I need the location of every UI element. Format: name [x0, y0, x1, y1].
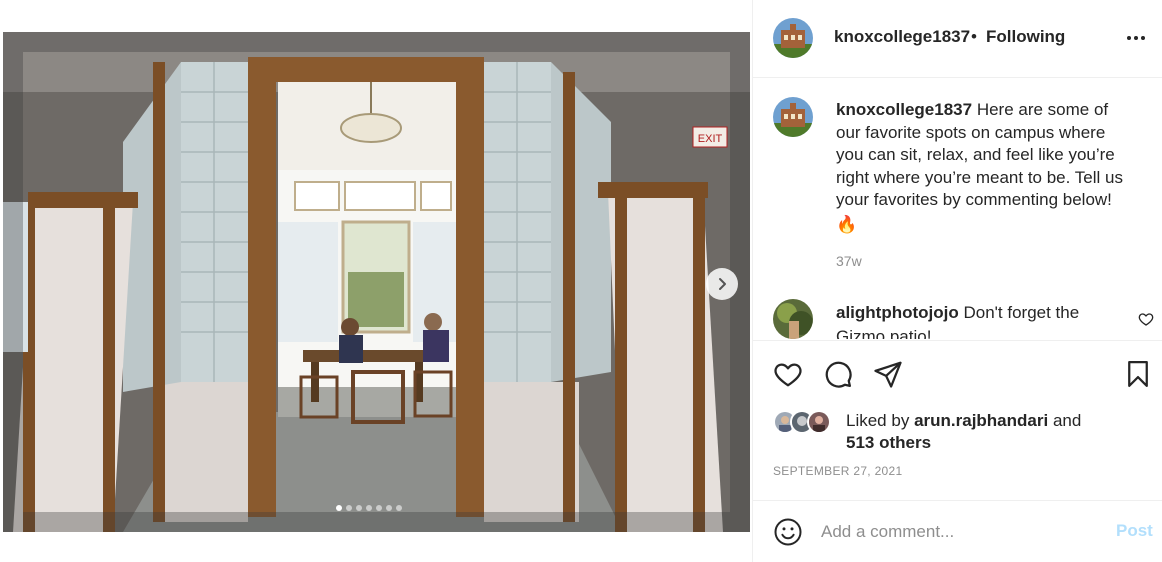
save-button[interactable]	[1123, 359, 1153, 389]
comment-bubble-icon	[825, 361, 852, 388]
post-side-panel: knoxcollege1837 • Following knoxcollege1…	[752, 0, 1162, 562]
carousel-dot	[396, 505, 402, 511]
comment-like-button[interactable]	[1138, 311, 1154, 332]
liked-by-label: Liked by	[846, 411, 910, 430]
heart-icon	[1138, 313, 1154, 326]
author-username-link[interactable]: knoxcollege1837	[834, 27, 970, 47]
post-actions-bar	[753, 340, 1162, 410]
carousel-dot	[376, 505, 382, 511]
carousel-next-button[interactable]	[706, 268, 738, 300]
emoji-smile-icon	[774, 518, 802, 546]
emoji-button[interactable]	[773, 517, 803, 547]
post-media-area: EXIT	[0, 0, 752, 562]
commenter-username-link[interactable]: alightphotojojo	[836, 303, 959, 322]
post-date[interactable]: SEPTEMBER 27, 2021	[773, 464, 902, 478]
carousel-dot	[356, 505, 362, 511]
carousel-indicator	[336, 505, 402, 511]
likes-others-link[interactable]: 513 others	[846, 433, 931, 452]
following-button[interactable]: Following	[986, 27, 1065, 47]
liker-avatar	[807, 410, 831, 434]
carousel-dot	[336, 505, 342, 511]
comment-item: alightphotojojo Don't forget the Gizmo p…	[836, 301, 1126, 339]
post-header: knoxcollege1837 • Following	[753, 0, 1162, 78]
heart-icon	[774, 363, 802, 387]
caption-author-link[interactable]: knoxcollege1837	[836, 100, 972, 119]
like-button[interactable]	[773, 359, 803, 389]
post-photo[interactable]: EXIT	[3, 32, 750, 532]
likes-text: Liked by arun.rajbhandari and 513 others	[846, 410, 1081, 454]
bookmark-icon	[1128, 361, 1148, 387]
add-comment-bar: Post	[753, 500, 1162, 562]
likes-summary: Liked by arun.rajbhandari and 513 others	[773, 408, 1153, 458]
likes-and-label: and	[1052, 411, 1082, 430]
post-comment-button[interactable]: Post	[1116, 521, 1153, 541]
post-caption: knoxcollege1837 Here are some of our fav…	[836, 99, 1136, 236]
study-room-photo: EXIT	[3, 32, 750, 532]
chevron-right-icon	[719, 278, 726, 290]
svg-text:EXIT: EXIT	[698, 133, 723, 145]
fire-emoji: 🔥	[836, 214, 858, 234]
caption-author-avatar[interactable]	[773, 97, 813, 137]
comment-input[interactable]	[821, 519, 1101, 545]
commenter-avatar[interactable]	[773, 299, 813, 339]
liker-username-link[interactable]: arun.rajbhandari	[914, 411, 1048, 430]
paper-plane-icon	[874, 361, 902, 388]
carousel-dot	[346, 505, 352, 511]
carousel-dot	[366, 505, 372, 511]
separator-dot: •	[971, 27, 977, 46]
more-options-icon[interactable]	[1124, 32, 1148, 44]
carousel-dot	[386, 505, 392, 511]
comments-section: knoxcollege1837 Here are some of our fav…	[753, 79, 1162, 339]
author-avatar[interactable]	[773, 18, 813, 58]
liker-avatars[interactable]	[773, 410, 843, 436]
share-button[interactable]	[873, 359, 903, 389]
comment-button[interactable]	[823, 359, 853, 389]
post-time-ago[interactable]: 37w	[836, 253, 862, 269]
